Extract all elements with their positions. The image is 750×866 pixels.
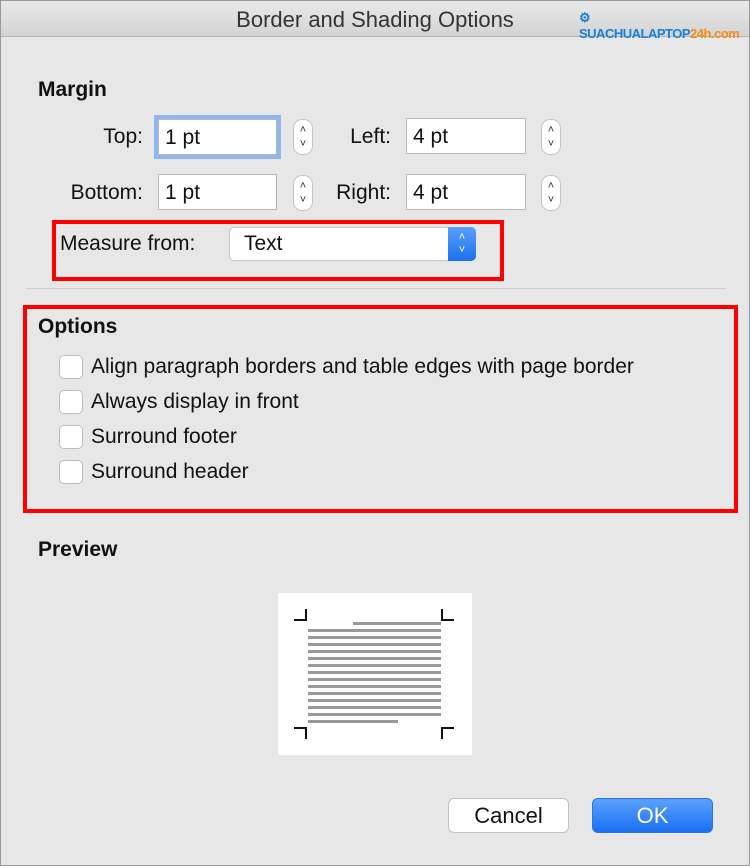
checkbox-box[interactable] <box>59 390 83 414</box>
corner-mark-icon <box>441 727 454 739</box>
preview-text-line <box>308 720 398 723</box>
corner-mark-icon <box>441 609 454 621</box>
checkbox-always-front[interactable]: Always display in front <box>59 390 299 414</box>
margin-heading: Margin <box>38 78 107 101</box>
preview-text-line <box>353 622 441 625</box>
checkbox-label: Always display in front <box>91 390 299 413</box>
measure-from-select[interactable]: Text ˄ ˅ <box>229 227 476 261</box>
watermark-logo: ⚙ SUACHUALAPTOP24h.com <box>579 10 740 41</box>
preview-text-line <box>308 643 441 646</box>
right-margin-stepper[interactable]: ˄ ˅ <box>541 175 561 211</box>
select-arrows-icon: ˄ ˅ <box>448 227 476 261</box>
preview-text-line <box>308 636 441 639</box>
top-label: Top: <box>103 125 143 148</box>
preview-text-line <box>308 692 441 695</box>
options-heading: Options <box>38 315 118 338</box>
dialog-window: Border and Shading Options ⚙ SUACHUALAPT… <box>0 0 750 866</box>
checkbox-box[interactable] <box>59 460 83 484</box>
checkbox-label: Align paragraph borders and table edges … <box>91 355 634 378</box>
checkbox-align-borders[interactable]: Align paragraph borders and table edges … <box>59 355 634 379</box>
checkbox-label: Surround header <box>91 460 249 483</box>
checkbox-surround-header[interactable]: Surround header <box>59 460 249 484</box>
checkbox-label: Surround footer <box>91 425 237 448</box>
preview-text-line <box>308 657 441 660</box>
right-margin-input[interactable]: 4 pt <box>406 174 526 210</box>
preview-text-line <box>308 713 441 716</box>
measure-from-label: Measure from: <box>60 232 196 255</box>
top-margin-input[interactable]: 1 pt <box>158 119 277 155</box>
checkbox-surround-footer[interactable]: Surround footer <box>59 425 237 449</box>
preview-text-line <box>308 699 441 702</box>
left-label: Left: <box>350 125 391 148</box>
right-label: Right: <box>336 181 391 204</box>
checkbox-box[interactable] <box>59 355 83 379</box>
bottom-margin-input[interactable]: 1 pt <box>158 174 277 210</box>
cancel-button[interactable]: Cancel <box>448 798 569 833</box>
bottom-label: Bottom: <box>70 181 143 204</box>
left-margin-input[interactable]: 4 pt <box>406 118 526 154</box>
corner-mark-icon <box>294 727 307 739</box>
preview-text-line <box>308 650 441 653</box>
preview-text-line <box>308 629 441 632</box>
preview-text-line <box>308 685 441 688</box>
preview-text-line <box>308 706 441 709</box>
preview-text-line <box>308 664 441 667</box>
divider <box>26 288 726 289</box>
preview-pane <box>278 593 472 755</box>
left-margin-stepper[interactable]: ˄ ˅ <box>541 119 561 155</box>
preview-text-line <box>308 678 441 681</box>
preview-text-line <box>308 671 441 674</box>
title-bar: Border and Shading Options ⚙ SUACHUALAPT… <box>1 1 749 41</box>
corner-mark-icon <box>294 609 307 621</box>
measure-from-value: Text <box>244 232 283 255</box>
preview-page-graphic <box>294 609 454 739</box>
ok-button[interactable]: OK <box>592 798 713 833</box>
checkbox-box[interactable] <box>59 425 83 449</box>
preview-heading: Preview <box>38 538 118 561</box>
